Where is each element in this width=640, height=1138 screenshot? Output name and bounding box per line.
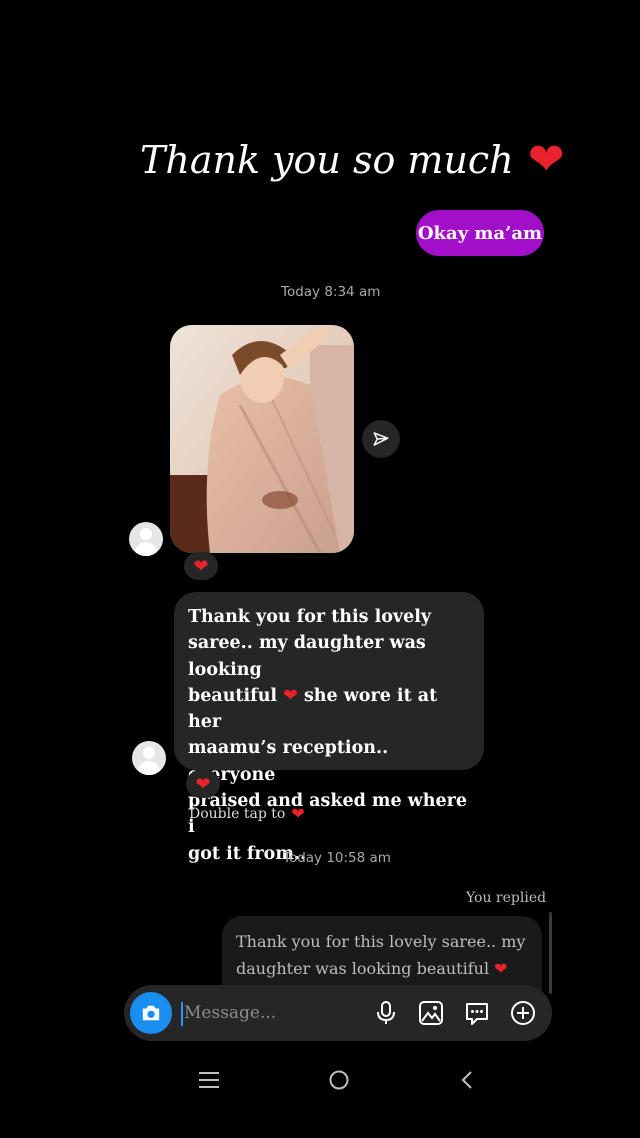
gallery-icon [419,1001,443,1025]
message-line: saree.. my daughter was looking [188,633,426,680]
message-line: maamu’s reception.. everyone [188,738,389,785]
you-replied-label: You replied [466,890,547,906]
heart-emoji[interactable]: ❤ [291,804,304,823]
add-icon [511,1001,535,1025]
story-caption-text: Thank you so much [140,138,514,182]
send-icon [373,432,389,446]
heart-emoji: ❤ [283,685,298,706]
recent-apps-button[interactable] [189,1062,229,1098]
message-input[interactable] [184,999,354,1027]
sticker-button[interactable] [461,997,493,1029]
message-line: Thank you for this lovely [188,607,432,627]
system-navbar [0,1050,640,1110]
back-button[interactable] [447,1062,487,1098]
home-button[interactable] [319,1062,359,1098]
camera-icon [142,1005,160,1021]
reaction-badge[interactable]: ❤ [184,552,218,580]
photo-image [170,325,354,553]
avatar[interactable] [132,741,166,775]
back-icon [461,1071,472,1089]
home-icon [329,1070,349,1090]
gallery-button[interactable] [415,997,447,1029]
reaction-badge[interactable]: ❤ [186,770,220,798]
timestamp: Today 10:58 am [283,850,391,866]
story-caption: Thank you so much ❤ [140,130,570,190]
sent-message-text: Okay ma’am [417,222,543,244]
sticker-icon [466,1003,488,1025]
timestamp: Today 8:34 am [281,284,381,300]
heart-emoji: ❤ [527,134,565,185]
voice-button[interactable] [370,997,402,1029]
reply-indicator-bar [549,912,552,994]
text-cursor [181,1002,183,1026]
photo-message[interactable] [170,325,354,553]
double-tap-hint: Double tap to ❤ [189,804,305,823]
share-button[interactable] [362,420,400,458]
camera-button[interactable] [130,992,172,1034]
recent-apps-icon [199,1072,219,1088]
quote-line: daughter was looking beautiful ❤ [236,959,508,978]
avatar[interactable] [129,522,163,556]
message-composer [124,985,552,1041]
sent-message-bubble[interactable]: Okay ma’am [416,210,544,256]
reply-quote-bubble[interactable]: Thank you for this lovely saree.. my dau… [222,916,542,996]
heart-emoji: ❤ [494,959,508,978]
add-button[interactable] [507,997,539,1029]
message-line: beautiful ❤ she wore it at her [188,685,438,733]
received-message-bubble[interactable]: Thank you for this lovely saree.. my dau… [174,592,484,864]
microphone-icon [377,1001,395,1024]
hint-text: Double tap to [189,805,286,822]
quote-line: Thank you for this lovely saree.. my [236,932,526,951]
